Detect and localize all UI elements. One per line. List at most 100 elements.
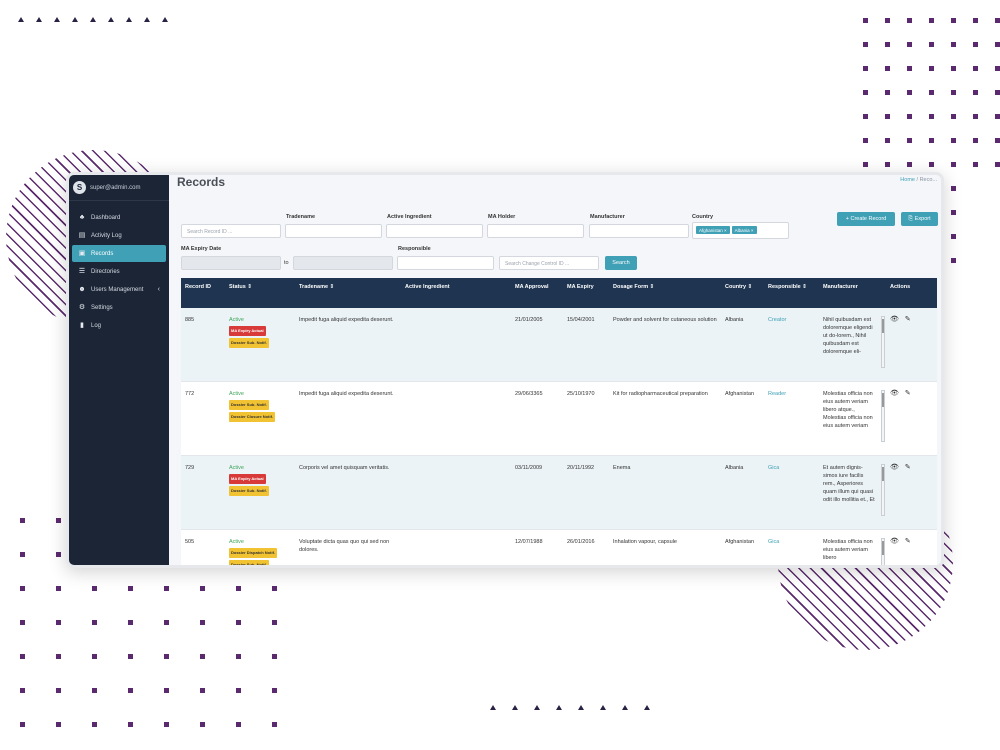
cell-responsible[interactable]: Gica <box>764 456 819 529</box>
column-header[interactable]: Actions <box>886 278 916 308</box>
cell-ma-expiry: 25/10/1970 <box>567 391 595 397</box>
decor-dot <box>885 18 890 23</box>
table-row[interactable]: 505 Active Dossier Dispatch Notif. Dossier … <box>181 530 937 565</box>
sidebar-item-activity-log[interactable]: ▤ Activity Log <box>72 227 166 244</box>
manufacturer-input[interactable] <box>589 224 689 238</box>
cell-status: Active Dossier Dispatch Notif. Dossier Sub… <box>225 530 295 565</box>
decor-dot <box>863 162 868 167</box>
cell-status: Active Dossier Sub. Notif. Dossier Closure… <box>225 382 295 455</box>
cell-dosage-form: Kit for radiopharmaceutical preparation <box>613 391 708 397</box>
active-ingredient-input[interactable] <box>386 224 483 238</box>
cell-manufacturer: Nihil quibusdam est doloremque eligendi … <box>819 308 886 381</box>
users-icon: ☻ <box>78 285 86 293</box>
country-chip-albania[interactable]: Albania × <box>731 226 757 234</box>
ma-expiry-to-input[interactable] <box>293 256 393 270</box>
sidebar-item-label: Records <box>91 250 114 257</box>
view-icon[interactable]: 👁 <box>890 538 899 546</box>
decor-dot <box>164 688 169 693</box>
cell-active-ingredient <box>401 382 511 455</box>
cell-responsible[interactable]: Creator <box>764 308 819 381</box>
sidebar-item-settings[interactable]: ⚙ Settings <box>72 299 166 316</box>
search-button[interactable]: Search <box>605 256 637 270</box>
column-header[interactable]: Responsible ⇕ <box>764 278 819 308</box>
cell-active-ingredient <box>401 530 511 565</box>
decor-dot <box>20 722 25 727</box>
sidebar-item-directories[interactable]: ☰ Directories <box>72 263 166 280</box>
column-header[interactable]: Record ID <box>181 278 225 308</box>
decor-dot <box>128 722 133 727</box>
breadcrumb-home[interactable]: Home <box>900 177 915 183</box>
decor-dot <box>951 66 956 71</box>
create-record-button[interactable]: + Create Record <box>837 212 895 226</box>
sidebar-item-log[interactable]: ▮ Log <box>72 317 166 334</box>
decor-dot <box>164 620 169 625</box>
filter-panel: Search Record ID ... Tradename Active In… <box>181 212 938 272</box>
column-header[interactable]: Country ⇕ <box>721 278 764 308</box>
edit-icon[interactable]: ✎ <box>905 538 911 546</box>
decor-dot <box>128 586 133 591</box>
table-row[interactable]: 885 Active MA Expiry Actual Dossier Sub. No… <box>181 308 937 382</box>
decor-dot <box>995 90 1000 95</box>
decor-dot <box>20 552 25 557</box>
tradename-input[interactable] <box>285 224 382 238</box>
sidebar-item-dashboard[interactable]: ♣ Dashboard <box>72 209 166 226</box>
decor-dot <box>907 66 912 71</box>
ma-holder-input[interactable] <box>487 224 584 238</box>
decor-dot <box>56 654 61 659</box>
sidebar-item-records[interactable]: ▣ Records <box>72 245 166 262</box>
cell-scrollbar[interactable] <box>881 390 885 442</box>
edit-icon[interactable]: ✎ <box>905 316 911 324</box>
edit-icon[interactable]: ✎ <box>905 390 911 398</box>
responsible-input[interactable] <box>397 256 494 270</box>
cell-country: Afghanistan <box>725 391 755 397</box>
decor-dot <box>907 90 912 95</box>
view-icon[interactable]: 👁 <box>890 464 899 472</box>
status-badge: Dossier Sub. Notif. <box>229 560 269 565</box>
country-select[interactable]: Afghanistan × Albania × <box>692 222 789 239</box>
column-header[interactable]: MA Expiry <box>563 278 609 308</box>
cell-scrollbar[interactable] <box>881 538 885 565</box>
view-icon[interactable]: 👁 <box>890 390 899 398</box>
decor-dot <box>863 66 868 71</box>
decor-triangle <box>144 17 150 22</box>
cell-actions: 👁 ✎ <box>886 382 916 455</box>
export-button[interactable]: ⎘ Export <box>901 212 938 226</box>
decor-triangle <box>556 705 562 710</box>
sidebar-item-users-management[interactable]: ☻ Users Management ‹ <box>72 281 166 298</box>
decor-dot <box>92 654 97 659</box>
column-header[interactable]: Manufacturer <box>819 278 886 308</box>
user-profile[interactable]: S super@admin.com <box>69 175 169 201</box>
view-icon[interactable]: 👁 <box>890 316 899 324</box>
cell-manufacturer: Molestias officia non eius autem veriam … <box>819 382 886 455</box>
column-header[interactable]: Tradename ⇕ <box>295 278 401 308</box>
column-header[interactable]: MA Approval <box>511 278 563 308</box>
table-row[interactable]: 729 Active MA Expiry Actual Dossier Sub. No… <box>181 456 937 530</box>
decor-dot <box>929 90 934 95</box>
decor-dot <box>951 90 956 95</box>
directories-icon: ☰ <box>78 267 86 275</box>
edit-icon[interactable]: ✎ <box>905 464 911 472</box>
decor-dot <box>56 688 61 693</box>
cell-scrollbar[interactable] <box>881 464 885 516</box>
column-header[interactable]: Dosage Form ⇕ <box>609 278 721 308</box>
country-chip-afghanistan[interactable]: Afghanistan × <box>696 226 730 234</box>
decor-dot <box>907 138 912 143</box>
cell-actions: 👁 ✎ <box>886 456 916 529</box>
cell-responsible[interactable]: Gica <box>764 530 819 565</box>
decor-dot <box>56 722 61 727</box>
change-control-search-input[interactable]: Search Change Control ID ... <box>499 256 599 270</box>
decor-dot <box>863 18 868 23</box>
column-header[interactable]: Status ⇕ <box>225 278 295 308</box>
cell-active-ingredient <box>401 456 511 529</box>
ma-expiry-from-input[interactable] <box>181 256 281 270</box>
cell-scrollbar[interactable] <box>881 316 885 368</box>
status-badge: Dossier Sub. Notif. <box>229 486 269 496</box>
decor-dot <box>56 552 61 557</box>
manufacturer-label: Manufacturer <box>590 214 625 220</box>
table-row[interactable]: 772 Active Dossier Sub. Notif. Dossier Clos… <box>181 382 937 456</box>
cell-responsible[interactable]: Reader <box>764 382 819 455</box>
decor-triangle <box>54 17 60 22</box>
column-header[interactable]: Active Ingredient <box>401 278 511 308</box>
record-id-search-input[interactable]: Search Record ID ... <box>181 224 281 238</box>
decor-dot <box>995 162 1000 167</box>
